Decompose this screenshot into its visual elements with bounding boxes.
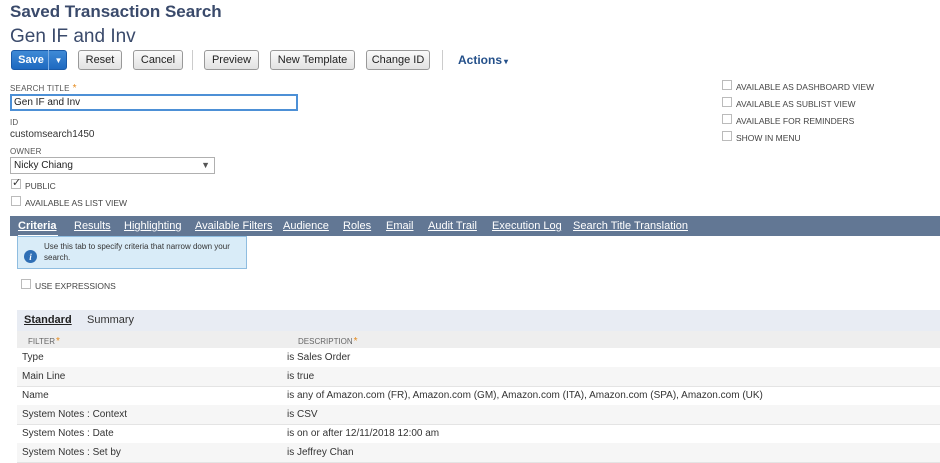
chevron-down-icon: ▼ [54, 55, 63, 65]
cancel-button[interactable]: Cancel [133, 50, 183, 70]
criteria-help-text: Use this tab to specify criteria that na… [44, 242, 230, 262]
description-cell: is any of Amazon.com (FR), Amazon.com (G… [287, 390, 763, 401]
show-in-menu-checkbox[interactable] [722, 131, 732, 141]
filter-cell: Name [22, 390, 49, 401]
table-row[interactable]: System Notes : Set by is Jeffrey Chan [17, 443, 940, 463]
subtab-standard[interactable]: Standard [24, 314, 72, 326]
owner-label: OWNER [10, 147, 42, 156]
dashboard-view-label: AVAILABLE AS DASHBOARD VIEW [736, 82, 875, 92]
filter-cell: Type [22, 352, 44, 363]
use-expressions-label: USE EXPRESSIONS [35, 281, 116, 291]
save-button-label: Save [18, 54, 44, 66]
tab-execution-log[interactable]: Execution Log [492, 220, 562, 232]
info-icon: i [24, 250, 37, 263]
subtab-summary[interactable]: Summary [87, 314, 134, 326]
description-cell: is on or after 12/11/2018 12:00 am [287, 428, 440, 439]
public-checkbox[interactable] [11, 176, 21, 189]
chevron-down-icon: ▼ [201, 160, 210, 170]
search-title-label: SEARCH TITLE * [10, 83, 77, 94]
sublist-view-label: AVAILABLE AS SUBLIST VIEW [736, 99, 856, 109]
reminders-checkbox[interactable] [722, 114, 732, 124]
reset-button[interactable]: Reset [78, 50, 122, 70]
table-row[interactable]: Main Line is true [17, 367, 940, 387]
filter-cell: System Notes : Set by [22, 447, 121, 458]
description-cell: is Sales Order [287, 352, 351, 363]
sublist-view-checkbox[interactable] [722, 97, 732, 107]
new-template-button[interactable]: New Template [270, 50, 355, 70]
tab-audience[interactable]: Audience [283, 220, 329, 232]
filter-cell: Main Line [22, 371, 66, 382]
filter-cell: System Notes : Context [22, 409, 128, 420]
tab-criteria[interactable]: Criteria [18, 220, 57, 232]
preview-button[interactable]: Preview [204, 50, 259, 70]
list-view-label: AVAILABLE AS LIST VIEW [25, 198, 128, 208]
list-view-checkbox[interactable] [11, 196, 21, 206]
toolbar-divider [442, 50, 443, 70]
id-value: customsearch1450 [10, 129, 95, 140]
criteria-subtab-bar: Standard • Summary [17, 310, 940, 331]
id-label: ID [10, 118, 19, 127]
reminders-label: AVAILABLE FOR REMINDERS [736, 116, 855, 126]
use-expressions-checkbox[interactable] [21, 279, 31, 289]
search-title-input[interactable] [10, 94, 298, 111]
page-type-title: Saved Transaction Search [10, 2, 222, 21]
change-id-button[interactable]: Change ID [366, 50, 430, 70]
public-label: PUBLIC [25, 181, 56, 191]
subtab-active-marker: • [68, 316, 72, 326]
criteria-table-header: FILTER* DESCRIPTION* [17, 331, 940, 348]
caret-down-icon: ▾ [504, 57, 509, 66]
tab-search-title-translation[interactable]: Search Title Translation [573, 220, 688, 232]
description-cell: is true [287, 371, 315, 382]
actions-label: Actions [458, 53, 503, 67]
dashboard-view-checkbox[interactable] [722, 80, 732, 90]
filter-column-header: FILTER* [28, 336, 60, 347]
table-row[interactable]: System Notes : Date is on or after 12/11… [17, 424, 940, 444]
actions-menu[interactable]: Actions ▾ [458, 53, 508, 67]
description-cell: is Jeffrey Chan [287, 447, 354, 458]
save-dropdown-button[interactable]: ▼ [48, 50, 68, 70]
main-tab-bar: Criteria Results Highlighting Available … [10, 216, 940, 237]
show-in-menu-label: SHOW IN MENU [736, 133, 801, 143]
required-marker: * [72, 83, 77, 94]
tab-highlighting[interactable]: Highlighting [124, 220, 181, 232]
owner-select[interactable]: Nicky Chiang ▼ [10, 157, 215, 174]
description-cell: is CSV [287, 409, 318, 420]
owner-select-value: Nicky Chiang [14, 160, 73, 171]
table-row[interactable]: System Notes : Context is CSV [17, 405, 940, 425]
table-row[interactable]: Name is any of Amazon.com (FR), Amazon.c… [17, 386, 940, 406]
tab-roles[interactable]: Roles [343, 220, 371, 232]
tab-available-filters[interactable]: Available Filters [195, 220, 272, 232]
toolbar-divider [192, 50, 193, 70]
table-row[interactable]: Type is Sales Order [17, 348, 940, 368]
filter-cell: System Notes : Date [22, 428, 114, 439]
description-column-header: DESCRIPTION* [298, 336, 358, 347]
tab-audit-trail[interactable]: Audit Trail [428, 220, 477, 232]
tab-email[interactable]: Email [386, 220, 414, 232]
record-title: Gen IF and Inv [10, 26, 136, 47]
tab-results[interactable]: Results [74, 220, 111, 232]
criteria-help-box: i Use this tab to specify criteria that … [17, 236, 247, 269]
